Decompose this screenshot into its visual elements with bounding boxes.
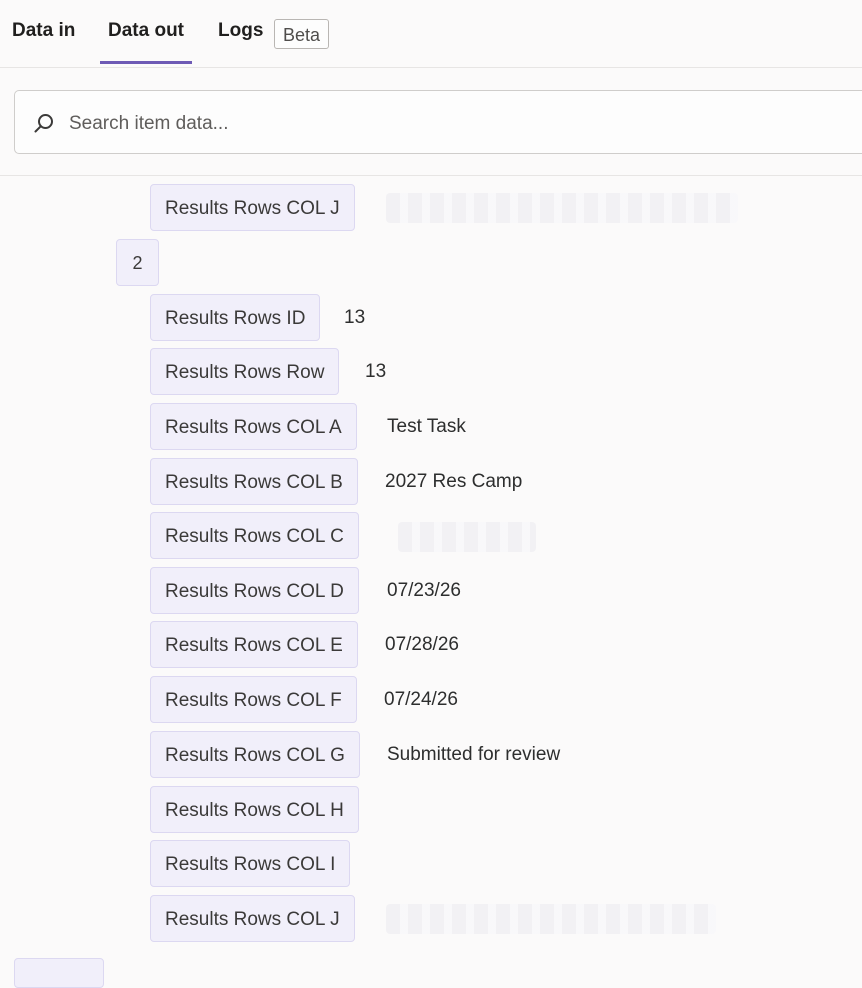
field-key-col-a[interactable]: Results Rows COL A: [150, 403, 357, 450]
field-key-col-g[interactable]: Results Rows COL G: [150, 731, 360, 778]
field-value-id: 13: [344, 307, 366, 328]
beta-badge: Beta: [274, 19, 330, 49]
search-input[interactable]: [67, 106, 771, 142]
tab-bar: Data in Data out Logs Beta: [0, 0, 862, 68]
array-index-pill[interactable]: 2: [116, 239, 159, 286]
field-key-row[interactable]: Results Rows Row: [150, 348, 340, 395]
field-value-col-d: 07/23/26: [387, 580, 461, 601]
redacted-value: [398, 522, 536, 552]
field-key-col-d[interactable]: Results Rows COL D: [150, 567, 359, 614]
search-box[interactable]: [14, 90, 862, 154]
tab-data-out[interactable]: Data out: [100, 20, 192, 64]
field-value-col-e: 07/28/26: [385, 634, 459, 655]
field-key-col-j[interactable]: Results Rows COL J: [150, 895, 355, 942]
field-value-col-g: Submitted for review: [387, 744, 561, 765]
field-key-col-b[interactable]: Results Rows COL B: [150, 458, 358, 505]
tab-logs[interactable]: Logs: [218, 20, 263, 42]
redacted-value: [386, 904, 716, 934]
field-value-row: 13: [365, 361, 387, 382]
array-index-pill-next[interactable]: [14, 958, 104, 988]
field-value-col-f: 07/24/26: [384, 689, 458, 710]
field-key-col-c[interactable]: Results Rows COL C: [150, 512, 359, 559]
field-key-col-f[interactable]: Results Rows COL F: [150, 676, 357, 723]
search-icon: [34, 114, 53, 133]
redacted-value: [386, 193, 738, 223]
field-key-top-col-j[interactable]: Results Rows COL J: [150, 184, 355, 231]
field-key-col-i[interactable]: Results Rows COL I: [150, 840, 351, 887]
field-key-id[interactable]: Results Rows ID: [150, 294, 321, 341]
field-value-col-b: 2027 Res Camp: [385, 471, 523, 492]
divider: [0, 175, 862, 176]
field-value-col-a: Test Task: [387, 416, 466, 437]
field-key-col-e[interactable]: Results Rows COL E: [150, 621, 358, 668]
field-key-col-h[interactable]: Results Rows COL H: [150, 786, 359, 833]
tab-data-in[interactable]: Data in: [12, 20, 75, 42]
